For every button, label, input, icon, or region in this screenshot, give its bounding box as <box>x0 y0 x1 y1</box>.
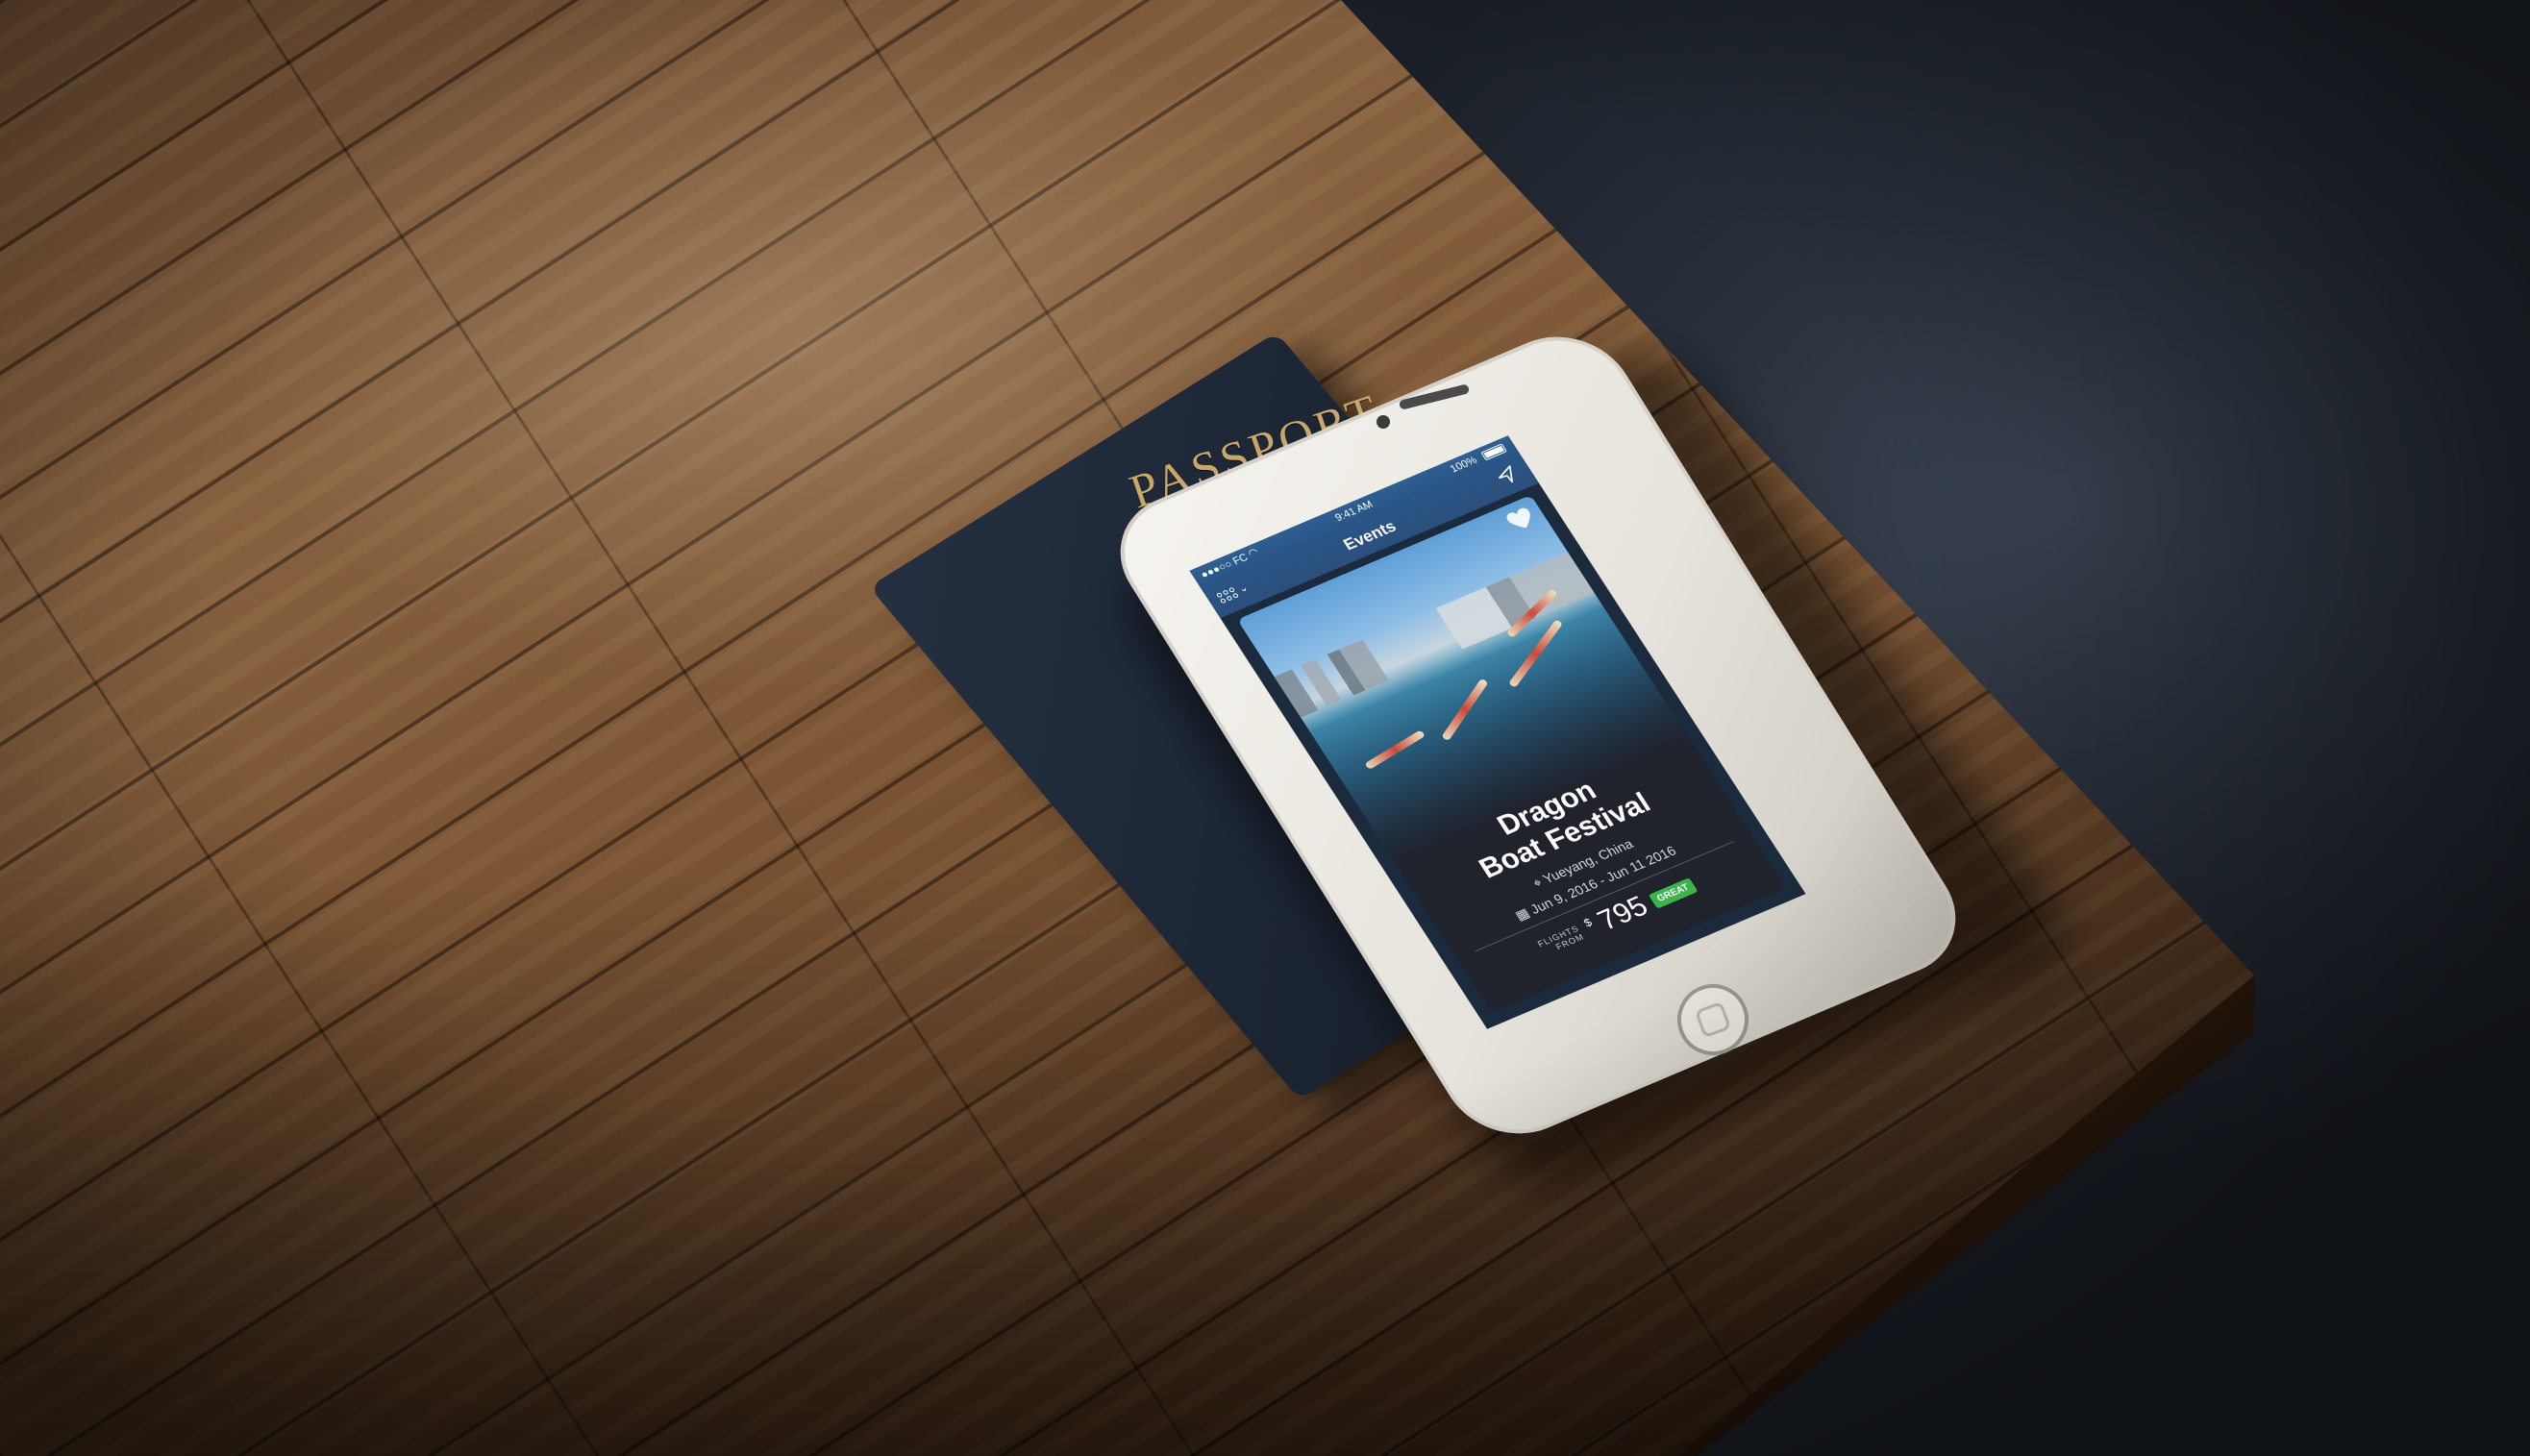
flights-from-label: FLIGHTS FROM <box>1536 924 1586 957</box>
scene: PASSPORT ●●●○○ FC ◠ 9:41 AM 100% ⌄ Event… <box>0 0 2530 1456</box>
deal-badge: GREAT <box>1648 876 1699 909</box>
front-camera <box>1377 415 1390 429</box>
price-currency: $ <box>1580 915 1595 930</box>
dragon-boat <box>1364 729 1426 771</box>
home-button-square <box>1694 1000 1732 1039</box>
dragon-boat <box>1441 678 1489 742</box>
